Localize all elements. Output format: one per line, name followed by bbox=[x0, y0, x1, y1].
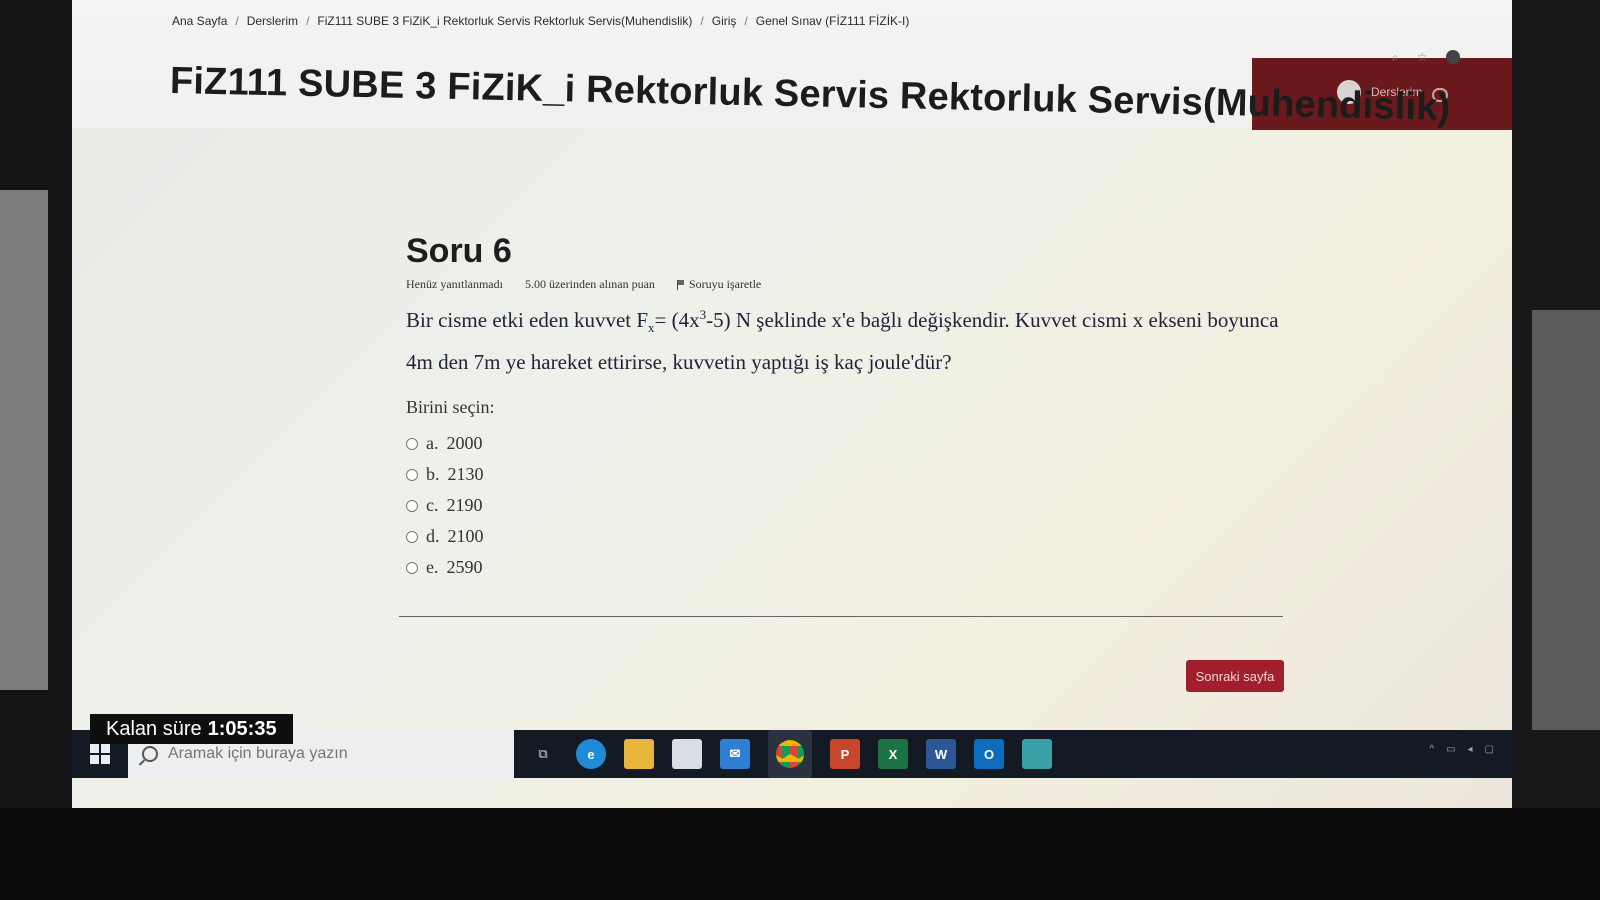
task-view-icon[interactable]: ⧉ bbox=[528, 739, 558, 769]
word-icon[interactable]: W bbox=[926, 739, 956, 769]
timer-value: 1:05:35 bbox=[207, 718, 277, 740]
answer-option-d[interactable]: d. 2100 bbox=[406, 521, 1286, 552]
store-icon[interactable] bbox=[672, 739, 702, 769]
breadcrumb-course[interactable]: FiZ111 SUBE 3 FiZiK_i Rektorluk Servis R… bbox=[317, 14, 692, 28]
windows-icon bbox=[90, 744, 110, 764]
star-icon[interactable]: ☆ bbox=[1417, 50, 1428, 65]
breadcrumb-separator: / bbox=[306, 14, 310, 28]
chrome-icon[interactable] bbox=[768, 730, 812, 778]
breadcrumb-quiz[interactable]: Genel Sınav (FİZ111 FİZİK-I) bbox=[756, 14, 910, 28]
question-block: Soru 6 Henüz yanıtlanmadı 5.00 üzerinden… bbox=[406, 232, 1286, 583]
file-explorer-icon[interactable] bbox=[624, 739, 654, 769]
zoom-icon[interactable]: ⌕ bbox=[1392, 50, 1399, 65]
option-value: 2190 bbox=[446, 495, 483, 516]
flag-question-link[interactable]: Soruyu işaretle bbox=[676, 277, 761, 292]
answer-option-b[interactable]: b. 2130 bbox=[406, 459, 1286, 490]
search-icon bbox=[142, 746, 158, 762]
question-points: 5.00 üzerinden alınan puan bbox=[524, 277, 655, 291]
answer-option-a[interactable]: a. 2000 bbox=[406, 428, 1286, 459]
question-title: Soru 6 bbox=[406, 232, 512, 270]
app-icon[interactable] bbox=[1022, 739, 1052, 769]
background-window bbox=[0, 190, 48, 690]
excel-icon[interactable]: X bbox=[878, 739, 908, 769]
monitor-left-bezel bbox=[0, 0, 72, 900]
answer-option-c[interactable]: c. 2190 bbox=[406, 490, 1286, 521]
breadcrumb-separator: / bbox=[700, 14, 704, 28]
chevron-up-icon[interactable]: ^ bbox=[1429, 744, 1434, 755]
breadcrumb-home[interactable]: Ana Sayfa bbox=[172, 14, 227, 28]
option-letter: d. bbox=[426, 526, 440, 547]
system-tray: ^ ▭ ◂ ▢ bbox=[1429, 744, 1494, 755]
notification-icon[interactable]: ▢ bbox=[1485, 744, 1494, 755]
question-status: Henüz yanıtlanmadı bbox=[406, 277, 503, 291]
background-window bbox=[1532, 310, 1600, 730]
page-header: ⌕ ☆ Derslerim Ana Sayfa / Derslerim / Fi… bbox=[72, 0, 1512, 130]
timer: Kalan süre 1:05:35 bbox=[90, 714, 293, 744]
taskbar-apps: ⧉ e ✉ P X W O bbox=[528, 730, 1052, 778]
profile-icon[interactable] bbox=[1445, 50, 1460, 64]
option-value: 2130 bbox=[447, 464, 484, 485]
answer-radio-b[interactable] bbox=[406, 468, 418, 481]
option-letter: a. bbox=[426, 433, 439, 454]
breadcrumb-separator: / bbox=[235, 14, 239, 28]
option-letter: e. bbox=[426, 557, 439, 578]
breadcrumb-section[interactable]: Giriş bbox=[712, 14, 737, 28]
option-letter: c. bbox=[426, 495, 439, 516]
question-text: Bir cisme etki eden kuvvet Fx= (4x3-5) N… bbox=[406, 298, 1286, 379]
browser-toolbar-icons: ⌕ ☆ bbox=[1392, 50, 1460, 65]
flag-question-label[interactable]: Soruyu işaretle bbox=[689, 277, 761, 292]
answer-option-e[interactable]: e. 2590 bbox=[406, 552, 1286, 583]
network-icon[interactable]: ▭ bbox=[1446, 744, 1455, 755]
timer-label: Kalan süre bbox=[106, 718, 202, 740]
answer-prompt: Birini seçin: bbox=[406, 397, 495, 418]
breadcrumb: Ana Sayfa / Derslerim / FiZ111 SUBE 3 Fi… bbox=[172, 14, 909, 28]
search-input[interactable] bbox=[168, 745, 488, 763]
answer-radio-d[interactable] bbox=[406, 530, 418, 543]
mail-icon[interactable]: ✉ bbox=[720, 739, 750, 769]
volume-icon[interactable]: ◂ bbox=[1468, 744, 1473, 755]
breadcrumb-courses[interactable]: Derslerim bbox=[247, 14, 298, 28]
answer-radio-e[interactable] bbox=[406, 561, 418, 574]
monitor-bottom-bezel bbox=[0, 808, 1600, 900]
option-letter: b. bbox=[426, 464, 440, 485]
powerpoint-icon[interactable]: P bbox=[830, 739, 860, 769]
flag-icon bbox=[676, 279, 685, 290]
monitor-right-bezel bbox=[1512, 0, 1600, 900]
next-page-button[interactable]: Sonraki sayfa bbox=[1186, 660, 1284, 692]
answer-radio-a[interactable] bbox=[406, 437, 418, 450]
divider bbox=[399, 616, 1283, 617]
option-value: 2100 bbox=[447, 526, 484, 547]
edge-icon[interactable]: e bbox=[576, 739, 606, 769]
answer-radio-c[interactable] bbox=[406, 499, 418, 512]
question-info: Henüz yanıtlanmadı 5.00 üzerinden alınan… bbox=[406, 277, 1286, 292]
screen: ⌕ ☆ Derslerim Ana Sayfa / Derslerim / Fi… bbox=[72, 0, 1512, 808]
option-value: 2590 bbox=[446, 557, 483, 578]
question-text-part: Bir cisme etki eden kuvvet F bbox=[406, 308, 649, 332]
question-text-part: = (4x bbox=[654, 308, 700, 332]
outlook-icon[interactable]: O bbox=[974, 739, 1004, 769]
breadcrumb-separator: / bbox=[744, 14, 748, 28]
option-value: 2000 bbox=[446, 433, 483, 454]
